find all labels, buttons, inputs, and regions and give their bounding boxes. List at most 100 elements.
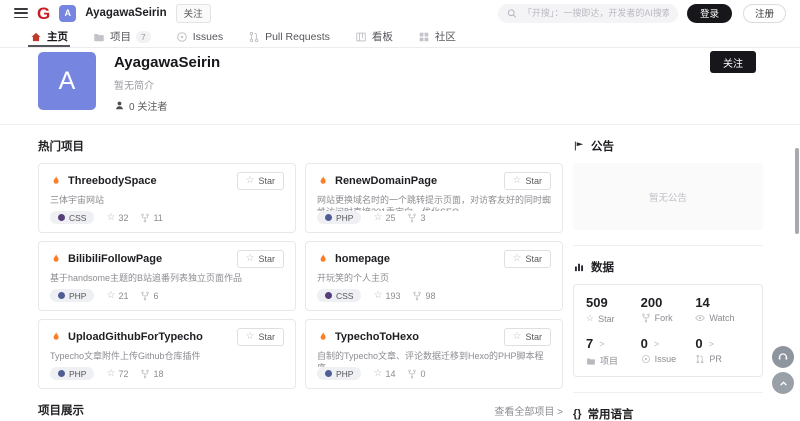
stat-cell-star: 509 ☆Star	[586, 295, 641, 324]
star-button[interactable]: ☆Star	[237, 250, 284, 268]
star-button[interactable]: ☆Star	[504, 172, 551, 190]
view-all-projects-link[interactable]: 查看全部项目 >	[494, 403, 563, 418]
project-name-link[interactable]: TypechoToHexo	[335, 331, 419, 343]
hot-projects-title: 热门项目	[38, 138, 563, 154]
language-pill: CSS	[50, 211, 94, 224]
project-description: 网站更换域名时的一个跳转提示页面，对访客友好的同时蜘蛛访问时直接301重定向，优…	[317, 194, 551, 211]
tab-pull-requests[interactable]: Pull Requests	[248, 26, 330, 47]
fork-count: 18	[140, 369, 163, 379]
profile-avatar[interactable]: A	[38, 52, 96, 110]
followers-row[interactable]: 0 关注者	[114, 98, 800, 113]
language-name: PHP	[69, 369, 86, 379]
star-label: Star	[258, 332, 275, 342]
tab-issues[interactable]: Issues	[176, 26, 223, 47]
topbar-follow-button[interactable]: 关注	[176, 4, 211, 23]
star-count: ☆72	[106, 369, 128, 379]
stat-cell-prs[interactable]: 0> PR	[695, 336, 750, 367]
language-pill: CSS	[317, 289, 361, 302]
fork-icon	[407, 213, 417, 223]
user-avatar-chip[interactable]: A	[59, 5, 76, 22]
divider	[573, 392, 763, 393]
language-dot	[58, 214, 65, 221]
project-description: 基于handsome主题的B站追番列表独立页面作品	[50, 272, 284, 284]
star-label: Star	[258, 254, 275, 264]
star-label: Star	[525, 176, 542, 186]
kanban-icon	[355, 31, 367, 43]
language-name: PHP	[69, 291, 86, 301]
project-card: homepage ☆Star 开玩笑的个人主页 CSS ☆193 98	[305, 241, 563, 311]
fork-icon	[407, 369, 417, 379]
announcement-empty-text: 暂无公告	[649, 190, 687, 204]
language-pill: PHP	[317, 367, 361, 380]
service-fab[interactable]	[772, 346, 794, 368]
tab-home[interactable]: 主页	[30, 26, 68, 47]
project-name-link[interactable]: RenewDomainPage	[335, 175, 437, 187]
star-button[interactable]: ☆Star	[504, 328, 551, 346]
tab-board[interactable]: 看板	[355, 26, 393, 47]
flame-icon	[50, 175, 62, 187]
star-count: ☆32	[106, 213, 128, 223]
star-button[interactable]: ☆Star	[504, 250, 551, 268]
fork-icon	[641, 313, 651, 323]
tab-community[interactable]: 社区	[418, 26, 456, 47]
tab-projects[interactable]: 项目 7	[93, 26, 151, 47]
tab-label: 社区	[435, 29, 456, 44]
star-icon: ☆	[246, 332, 255, 342]
menu-icon[interactable]	[14, 8, 28, 18]
profile-header: A AyagawaSeirin 暂无简介 0 关注者 关注	[0, 48, 800, 125]
star-icon: ☆	[513, 332, 522, 342]
star-icon: ☆	[246, 254, 255, 264]
search-input[interactable]	[523, 8, 669, 18]
language-dot	[58, 370, 65, 377]
star-icon: ☆	[513, 254, 522, 264]
project-name-link[interactable]: ThreebodySpace	[68, 175, 157, 187]
folder-icon	[586, 356, 596, 366]
stats-title: 数据	[591, 259, 614, 275]
gitee-logo[interactable]: G	[37, 5, 50, 22]
star-button[interactable]: ☆Star	[237, 172, 284, 190]
star-button[interactable]: ☆Star	[237, 328, 284, 346]
star-icon: ☆	[106, 291, 115, 301]
project-card: ThreebodySpace ☆Star 三体宇宙网站 CSS ☆32 11	[38, 163, 296, 233]
main-column: 热门项目 ThreebodySpace ☆Star 三体宇宙网站 CSS ☆32…	[38, 138, 563, 421]
language-pill: PHP	[317, 211, 361, 224]
language-name: PHP	[336, 369, 353, 379]
language-pill: PHP	[50, 289, 94, 302]
language-dot	[325, 370, 332, 377]
stat-cell-projects[interactable]: 7> 项目	[586, 336, 641, 367]
fork-count: 3	[407, 213, 425, 223]
headset-icon	[776, 350, 790, 364]
login-button[interactable]: 登录	[687, 4, 732, 23]
home-icon	[30, 31, 42, 43]
follow-button[interactable]: 关注	[710, 51, 756, 73]
project-name-link[interactable]: BilibiliFollowPage	[68, 253, 162, 265]
profile-name: AyagawaSeirin	[114, 54, 800, 71]
language-dot	[58, 292, 65, 299]
content-area: 热门项目 ThreebodySpace ☆Star 三体宇宙网站 CSS ☆32…	[0, 125, 800, 421]
tab-label: 主页	[47, 29, 68, 44]
fork-icon	[412, 291, 422, 301]
language-pill: PHP	[50, 367, 94, 380]
chevron-right-icon: >	[654, 339, 659, 349]
languages-title: 常用语言	[588, 406, 634, 421]
back-to-top-fab[interactable]	[772, 372, 794, 394]
search-box[interactable]	[498, 4, 678, 23]
star-count: ☆25	[373, 213, 395, 223]
project-description: 开玩笑的个人主页	[317, 272, 551, 284]
announcement-flag-icon	[573, 140, 585, 152]
scrollbar-thumb[interactable]	[795, 148, 799, 234]
fork-count: 0	[407, 369, 425, 379]
sidebar: 公告 暂无公告 数据 509 ☆Star 200 Fork 14 Watch	[573, 138, 763, 421]
star-label: Star	[525, 332, 542, 342]
project-name-link[interactable]: UploadGithubForTypecho	[68, 331, 203, 343]
fork-count: 98	[412, 291, 435, 301]
register-button[interactable]: 注册	[743, 4, 786, 23]
community-grid-icon	[418, 31, 430, 43]
profile-bio: 暂无简介	[114, 77, 800, 92]
project-name-link[interactable]: homepage	[335, 253, 390, 265]
star-count: ☆193	[373, 291, 400, 301]
language-name: CSS	[336, 291, 353, 301]
stat-cell-fork: 200 Fork	[641, 295, 696, 324]
stat-cell-issues[interactable]: 0> Issue	[641, 336, 696, 367]
topbar-username[interactable]: AyagawaSeirin	[85, 7, 166, 19]
